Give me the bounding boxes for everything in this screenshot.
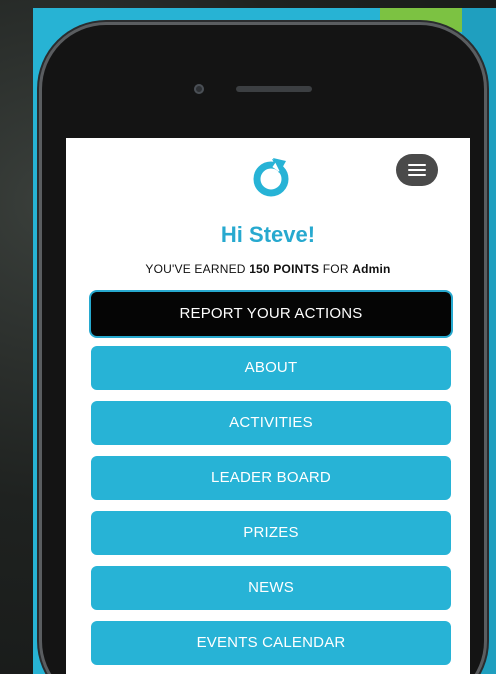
about-button[interactable]: ABOUT [91,346,451,390]
leader-board-button[interactable]: LEADER BOARD [91,456,451,500]
phone-speaker [236,86,312,92]
greeting-title: Hi Steve! [220,222,316,247]
points-middle: FOR [322,262,349,276]
points-prefix: YOU'VE EARNED [145,262,246,276]
points-value: 150 POINTS [249,262,320,276]
prizes-button[interactable]: PRIZES [91,511,451,555]
refresh-circle-logo-icon [248,154,294,200]
app-screen: Hi Steve! YOU'VE EARNED 150 POINTS FOR A… [66,138,470,674]
news-button[interactable]: NEWS [91,566,451,610]
events-calendar-button[interactable]: EVENTS CALENDAR [91,621,451,665]
report-actions-button[interactable]: REPORT YOUR ACTIONS [91,292,451,336]
hamburger-menu-button[interactable] [396,154,438,186]
activities-button[interactable]: ACTIVITIES [91,401,451,445]
phone-camera [194,84,204,94]
points-summary: YOU'VE EARNED 150 POINTS FOR Admin [66,262,470,276]
hamburger-menu-icon [408,164,426,176]
points-org: Admin [352,262,391,276]
